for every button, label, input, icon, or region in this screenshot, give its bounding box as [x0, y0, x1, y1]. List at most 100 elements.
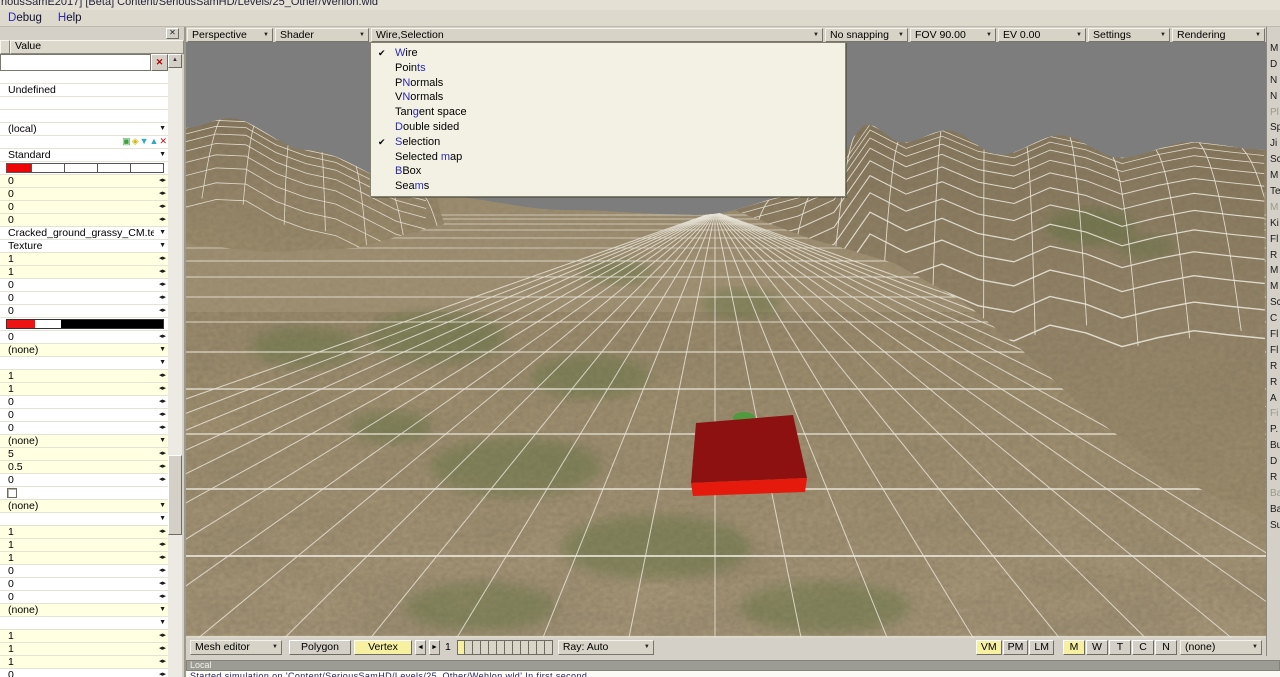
property-row[interactable]: 0 ◂▸ [0, 331, 170, 344]
value-column-header[interactable]: Value [10, 40, 184, 54]
spinner-icon[interactable]: ◂▸ [159, 578, 166, 590]
spinner-icon[interactable]: ◂▸ [159, 396, 166, 408]
entity-list-item[interactable]: Fi [1267, 406, 1280, 422]
delete-icon[interactable]: ✕ [159, 136, 167, 147]
entity-list-item[interactable]: N [1267, 89, 1280, 105]
mode-button-m[interactable]: M [1063, 639, 1085, 655]
vertex-mode-button[interactable]: Vertex [354, 639, 412, 655]
combo-shader[interactable]: Shader ▼ [275, 27, 369, 42]
property-row[interactable]: 0 ◂▸ [0, 409, 170, 422]
entity-list-item[interactable]: Ba [1267, 486, 1280, 502]
entity-list-item[interactable]: M [1267, 41, 1280, 57]
spinner-icon[interactable]: ◂▸ [159, 630, 166, 642]
combo-perspective[interactable]: Perspective ▼ [187, 27, 273, 42]
entity-list-item[interactable]: Su [1267, 518, 1280, 534]
spinner-icon[interactable]: ◂▸ [159, 656, 166, 668]
entity-list-item[interactable]: Ki [1267, 216, 1280, 232]
entity-list-item[interactable]: Pl [1267, 105, 1280, 121]
spinner-icon[interactable]: ◂▸ [159, 383, 166, 395]
editor-mode-combo[interactable]: Mesh editor ▼ [190, 639, 282, 655]
property-row[interactable]: 0 ◂▸ [0, 669, 170, 677]
frame-cell[interactable] [456, 639, 465, 655]
dropdown-arrow-icon[interactable]: ▼ [159, 500, 166, 512]
dropdown-arrow-icon[interactable]: ▼ [159, 357, 166, 369]
mode-button-pm[interactable]: PM [1002, 639, 1029, 655]
property-row[interactable]: 0 ◂▸ [0, 305, 170, 318]
dropdown-arrow-icon[interactable]: ▼ [159, 149, 166, 161]
property-row[interactable]: 1 ◂▸ [0, 552, 170, 565]
dropdown-arrow-icon[interactable]: ▼ [159, 435, 166, 447]
property-row[interactable] [0, 318, 170, 331]
property-row[interactable]: 0 ◂▸ [0, 578, 170, 591]
entity-list-item[interactable]: R [1267, 359, 1280, 375]
property-row[interactable] [0, 487, 170, 500]
spinner-icon[interactable]: ◂▸ [159, 474, 166, 486]
entity-list-item[interactable]: N [1267, 73, 1280, 89]
layers-icon[interactable]: ▣ [122, 136, 131, 147]
menu-option-selection[interactable]: ✔ Selection [371, 135, 845, 150]
entity-list-item[interactable]: Ji [1267, 136, 1280, 152]
property-row[interactable]: 0 ◂▸ [0, 474, 170, 487]
property-row[interactable] [0, 162, 170, 175]
dropdown-arrow-icon[interactable]: ▼ [159, 240, 166, 252]
property-row[interactable]: Texture ▼ [0, 240, 170, 253]
property-row[interactable]: ▼ [0, 617, 170, 630]
color-swatch-empty[interactable] [98, 163, 131, 173]
property-row[interactable]: 0 ◂▸ [0, 591, 170, 604]
property-row[interactable]: 0 ◂▸ [0, 422, 170, 435]
frame-cell[interactable] [472, 639, 481, 655]
menu-option-bbox[interactable]: BBox [371, 164, 845, 179]
property-row[interactable]: 0 ◂▸ [0, 565, 170, 578]
mode-button-vm[interactable]: VM [975, 639, 1002, 655]
property-row[interactable]: 1 ◂▸ [0, 370, 170, 383]
spinner-icon[interactable]: ◂▸ [159, 331, 166, 343]
property-row[interactable]: (none) ▼ [0, 344, 170, 357]
properties-scrollbar[interactable]: ▲ [168, 54, 182, 677]
spinner-icon[interactable]: ◂▸ [159, 461, 166, 473]
property-row[interactable]: 0.5 ◂▸ [0, 461, 170, 474]
add-diamond-icon[interactable]: ◈ [132, 136, 139, 147]
entity-list-item[interactable]: Fl [1267, 327, 1280, 343]
frame-cell[interactable] [512, 639, 521, 655]
property-row[interactable]: (none) ▼ [0, 500, 170, 513]
entity-list-item[interactable]: P. [1267, 422, 1280, 438]
entity-list-item[interactable]: C [1267, 311, 1280, 327]
frame-cell[interactable] [480, 639, 489, 655]
property-row[interactable]: (none) ▼ [0, 435, 170, 448]
property-row[interactable]: 1 ◂▸ [0, 383, 170, 396]
property-row[interactable]: 0 ◂▸ [0, 188, 170, 201]
scroll-up-icon[interactable]: ▲ [168, 54, 182, 68]
move-down-icon[interactable]: ▼ [140, 136, 149, 147]
scrollbar-thumb[interactable] [168, 455, 182, 535]
checkbox[interactable] [7, 488, 17, 498]
menu-option-double-sided[interactable]: Double sided [371, 120, 845, 135]
combo-settings[interactable]: Settings ▼ [1088, 27, 1170, 42]
spinner-icon[interactable]: ◂▸ [159, 305, 166, 317]
menu-item-help[interactable]: Help [50, 11, 90, 26]
property-name-column-header[interactable] [0, 40, 10, 54]
spinner-icon[interactable]: ◂▸ [159, 279, 166, 291]
property-row[interactable]: 0 ◂▸ [0, 201, 170, 214]
property-row[interactable]: 1 ◂▸ [0, 266, 170, 279]
dropdown-arrow-icon[interactable]: ▼ [159, 604, 166, 616]
mode-button-lm[interactable]: LM [1029, 639, 1054, 655]
clear-filter-button[interactable]: ✕ [151, 54, 168, 71]
color-swatch-empty[interactable] [131, 163, 164, 173]
entity-list-item[interactable]: Sc [1267, 152, 1280, 168]
frame-cell[interactable] [536, 639, 545, 655]
menu-option-wire[interactable]: ✔ Wire [371, 46, 845, 61]
entity-list-item[interactable]: D [1267, 454, 1280, 470]
frame-cell[interactable] [464, 639, 473, 655]
spinner-icon[interactable]: ◂▸ [159, 175, 166, 187]
property-row[interactable]: 0 ◂▸ [0, 175, 170, 188]
spinner-icon[interactable]: ◂▸ [159, 448, 166, 460]
spinner-icon[interactable]: ◂▸ [159, 552, 166, 564]
close-icon[interactable]: ✕ [166, 28, 179, 39]
entity-list-item[interactable]: M [1267, 168, 1280, 184]
frame-cell[interactable] [496, 639, 505, 655]
menu-option-vnormals[interactable]: VNormals [371, 90, 845, 105]
property-row[interactable]: 1 ◂▸ [0, 630, 170, 643]
property-row[interactable]: (none) ▼ [0, 604, 170, 617]
spinner-icon[interactable]: ◂▸ [159, 669, 166, 677]
entity-list-item[interactable]: R [1267, 248, 1280, 264]
